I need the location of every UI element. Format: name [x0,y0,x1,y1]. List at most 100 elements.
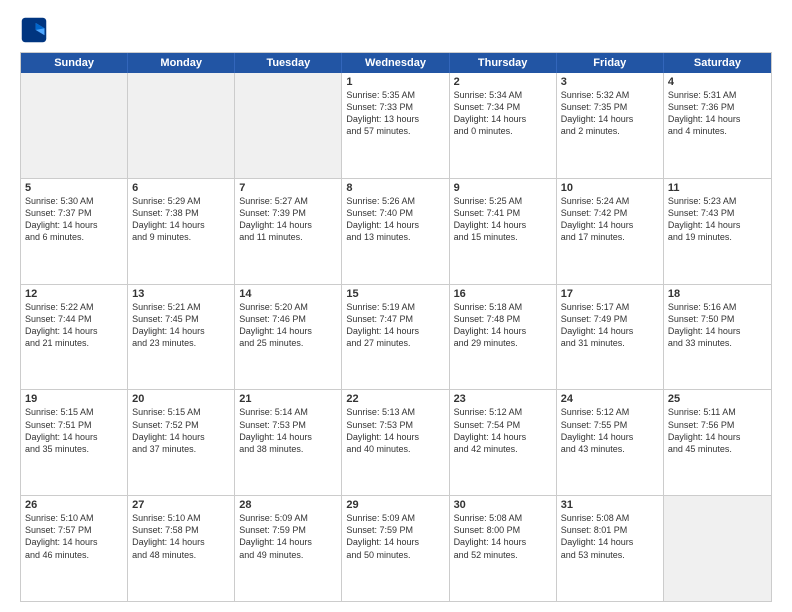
calendar-empty-cell [128,73,235,178]
cell-line: Sunset: 7:50 PM [668,313,767,325]
calendar-day-19: 19Sunrise: 5:15 AMSunset: 7:51 PMDayligh… [21,390,128,495]
day-number: 25 [668,393,767,405]
calendar-day-7: 7Sunrise: 5:27 AMSunset: 7:39 PMDaylight… [235,179,342,284]
cell-line: Daylight: 14 hours [561,325,659,337]
cell-line: Sunrise: 5:30 AM [25,195,123,207]
cell-line: Sunset: 7:36 PM [668,101,767,113]
day-number: 27 [132,499,230,511]
cell-line: Daylight: 14 hours [239,325,337,337]
cell-line: Daylight: 14 hours [346,325,444,337]
cell-line: and 43 minutes. [561,443,659,455]
cell-line: and 53 minutes. [561,549,659,561]
cell-line: Sunrise: 5:09 AM [346,512,444,524]
day-number: 13 [132,288,230,300]
cell-line: Sunrise: 5:11 AM [668,406,767,418]
day-number: 11 [668,182,767,194]
cell-line: and 2 minutes. [561,125,659,137]
day-number: 15 [346,288,444,300]
day-number: 1 [346,76,444,88]
calendar-empty-cell [235,73,342,178]
cell-line: Daylight: 14 hours [668,113,767,125]
calendar-day-30: 30Sunrise: 5:08 AMSunset: 8:00 PMDayligh… [450,496,557,601]
calendar-day-28: 28Sunrise: 5:09 AMSunset: 7:59 PMDayligh… [235,496,342,601]
cell-line: Sunset: 8:00 PM [454,524,552,536]
cell-line: and 50 minutes. [346,549,444,561]
day-number: 7 [239,182,337,194]
cell-line: and 15 minutes. [454,231,552,243]
calendar-day-6: 6Sunrise: 5:29 AMSunset: 7:38 PMDaylight… [128,179,235,284]
cell-line: Sunrise: 5:35 AM [346,89,444,101]
cell-line: Sunrise: 5:24 AM [561,195,659,207]
calendar-day-10: 10Sunrise: 5:24 AMSunset: 7:42 PMDayligh… [557,179,664,284]
cell-line: Sunrise: 5:08 AM [561,512,659,524]
cell-line: Daylight: 14 hours [454,219,552,231]
cell-line: Daylight: 14 hours [346,219,444,231]
calendar-day-22: 22Sunrise: 5:13 AMSunset: 7:53 PMDayligh… [342,390,449,495]
calendar-day-23: 23Sunrise: 5:12 AMSunset: 7:54 PMDayligh… [450,390,557,495]
cell-line: Sunrise: 5:19 AM [346,301,444,313]
day-number: 28 [239,499,337,511]
cell-line: Sunset: 7:48 PM [454,313,552,325]
cell-line: Sunset: 7:41 PM [454,207,552,219]
cell-line: and 23 minutes. [132,337,230,349]
cell-line: Sunset: 7:58 PM [132,524,230,536]
cell-line: Sunset: 7:37 PM [25,207,123,219]
cell-line: and 42 minutes. [454,443,552,455]
day-number: 2 [454,76,552,88]
cell-line: and 6 minutes. [25,231,123,243]
cell-line: Sunrise: 5:32 AM [561,89,659,101]
calendar-day-17: 17Sunrise: 5:17 AMSunset: 7:49 PMDayligh… [557,285,664,390]
day-number: 31 [561,499,659,511]
calendar-day-12: 12Sunrise: 5:22 AMSunset: 7:44 PMDayligh… [21,285,128,390]
cell-line: Sunrise: 5:17 AM [561,301,659,313]
cell-line: Sunset: 7:40 PM [346,207,444,219]
cell-line: Sunrise: 5:16 AM [668,301,767,313]
cell-line: Sunrise: 5:15 AM [25,406,123,418]
calendar-day-29: 29Sunrise: 5:09 AMSunset: 7:59 PMDayligh… [342,496,449,601]
cell-line: and 29 minutes. [454,337,552,349]
calendar-day-20: 20Sunrise: 5:15 AMSunset: 7:52 PMDayligh… [128,390,235,495]
cell-line: Sunset: 7:33 PM [346,101,444,113]
day-number: 26 [25,499,123,511]
cell-line: Sunset: 7:56 PM [668,419,767,431]
cell-line: and 21 minutes. [25,337,123,349]
day-number: 24 [561,393,659,405]
day-number: 22 [346,393,444,405]
calendar-day-2: 2Sunrise: 5:34 AMSunset: 7:34 PMDaylight… [450,73,557,178]
cell-line: Sunset: 7:38 PM [132,207,230,219]
logo-icon [20,16,48,44]
cell-line: Daylight: 14 hours [561,219,659,231]
calendar-day-13: 13Sunrise: 5:21 AMSunset: 7:45 PMDayligh… [128,285,235,390]
cell-line: Sunset: 7:39 PM [239,207,337,219]
day-number: 10 [561,182,659,194]
calendar-day-18: 18Sunrise: 5:16 AMSunset: 7:50 PMDayligh… [664,285,771,390]
cell-line: Sunrise: 5:10 AM [25,512,123,524]
cell-line: Sunrise: 5:21 AM [132,301,230,313]
day-number: 4 [668,76,767,88]
header-day-saturday: Saturday [664,53,771,73]
cell-line: Sunset: 7:44 PM [25,313,123,325]
calendar-day-27: 27Sunrise: 5:10 AMSunset: 7:58 PMDayligh… [128,496,235,601]
calendar-day-4: 4Sunrise: 5:31 AMSunset: 7:36 PMDaylight… [664,73,771,178]
header-day-thursday: Thursday [450,53,557,73]
cell-line: Sunset: 7:53 PM [239,419,337,431]
cell-line: Sunset: 7:49 PM [561,313,659,325]
cell-line: Daylight: 14 hours [454,325,552,337]
cell-line: Daylight: 14 hours [668,431,767,443]
cell-line: and 11 minutes. [239,231,337,243]
cell-line: and 35 minutes. [25,443,123,455]
cell-line: Sunset: 7:51 PM [25,419,123,431]
day-number: 23 [454,393,552,405]
cell-line: Sunset: 7:47 PM [346,313,444,325]
cell-line: and 25 minutes. [239,337,337,349]
day-number: 3 [561,76,659,88]
calendar-day-8: 8Sunrise: 5:26 AMSunset: 7:40 PMDaylight… [342,179,449,284]
cell-line: Daylight: 14 hours [25,219,123,231]
cell-line: and 49 minutes. [239,549,337,561]
day-number: 21 [239,393,337,405]
cell-line: Daylight: 14 hours [668,219,767,231]
calendar-day-25: 25Sunrise: 5:11 AMSunset: 7:56 PMDayligh… [664,390,771,495]
header [20,16,772,44]
calendar-empty-cell [664,496,771,601]
cell-line: Sunset: 7:42 PM [561,207,659,219]
